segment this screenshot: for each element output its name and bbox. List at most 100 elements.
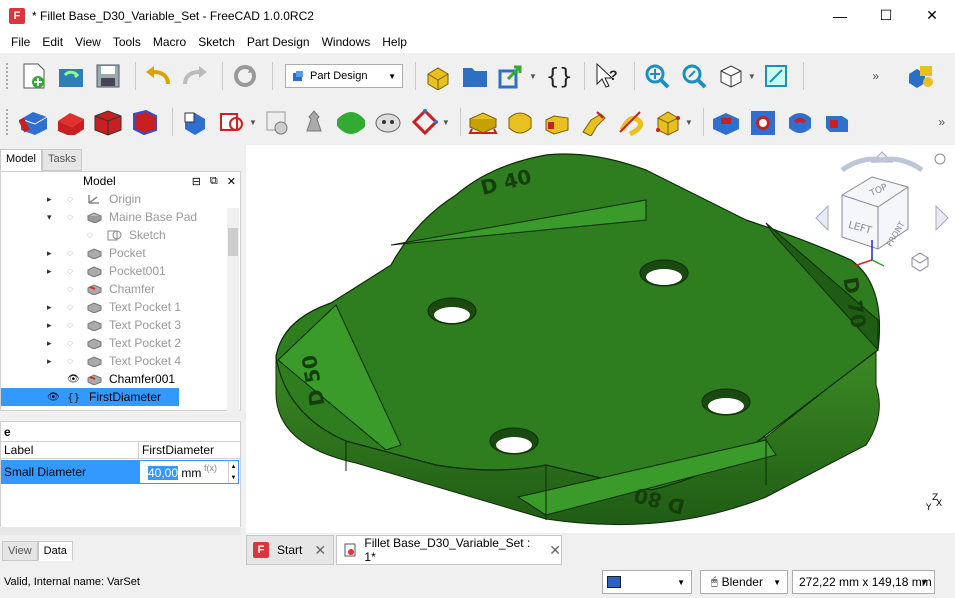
expand-arrow-icon[interactable]: ▸ [47,194,52,205]
link-icon[interactable] [496,60,528,92]
tree-item[interactable]: ▾ ◌ Maine Base Pad [1,208,229,226]
expand-arrow-icon[interactable]: ▾ [47,212,52,223]
menu-part-design[interactable]: Part Design [241,35,316,49]
tree-item[interactable]: ◌ Sketch [1,226,229,244]
workbench-selector[interactable]: Part Design ▼ [285,64,403,88]
tree-item[interactable]: ▸ ◌ Text Pocket 4 [1,352,229,370]
visibility-eye-icon[interactable]: ◌ [67,302,73,313]
dimension-readout[interactable]: 272,22 mm x 149,18 mm ▼ [792,570,935,594]
expression-icon[interactable]: f(x) [204,463,217,473]
spin-up-icon[interactable]: ▲ [231,464,237,470]
menu-view[interactable]: View [69,35,107,49]
property-name[interactable]: Small Diameter [1,460,139,484]
close-button[interactable]: ✕ [909,0,955,31]
datum-icon[interactable] [179,106,211,138]
additive-box-icon[interactable] [652,106,684,138]
expand-arrow-icon[interactable]: ▸ [47,248,52,259]
hole-icon[interactable] [747,106,779,138]
create-sketch-icon[interactable] [55,106,87,138]
minimize-button[interactable]: — [817,0,863,31]
create-shape-binder-icon[interactable] [298,106,330,138]
menu-help[interactable]: Help [376,35,413,49]
expand-arrow-icon[interactable]: ▸ [47,320,52,331]
whats-this-icon[interactable]: ? [591,60,623,92]
create-part-icon[interactable] [422,60,454,92]
subtractive-loft-icon[interactable] [821,106,853,138]
tree-item[interactable]: ▸ ◌ Pocket001 [1,262,229,280]
property-value[interactable]: 40,00 [148,466,179,480]
maximize-button[interactable]: ☐ [863,0,909,31]
tab-data[interactable]: Data [37,541,73,561]
validate-sketch-icon[interactable] [92,106,124,138]
menu-edit[interactable]: Edit [36,35,69,49]
create-diamond-icon[interactable] [409,106,441,138]
refresh-icon[interactable] [229,60,261,92]
3d-view[interactable]: D 40 D 70 D 50 D 80 TOP LEFT FRONT Z X Y [246,145,955,533]
tree-item[interactable]: ▸ ◌ Text Pocket 2 [1,334,229,352]
tab-start[interactable]: F Start ✕ [246,535,334,565]
close-panel-icon[interactable]: ✕ [227,175,236,188]
fit-all-icon[interactable] [641,60,673,92]
save-document-icon[interactable] [92,60,124,92]
visibility-eye-icon[interactable]: ◌ [67,248,73,259]
scrollbar-thumb[interactable] [228,228,238,256]
draw-style-selector[interactable]: ▼ [602,570,692,594]
chevron-down-icon[interactable]: ▼ [529,72,537,81]
close-tab-icon[interactable]: ✕ [314,542,326,559]
create-body-icon[interactable] [18,106,50,138]
pocket-icon[interactable] [710,106,742,138]
spin-down-icon[interactable]: ▼ [231,475,237,481]
tree-item[interactable]: 👁 {} FirstDiameter [1,388,179,406]
toolbar-grip[interactable] [6,63,10,89]
pipe-icon[interactable] [578,106,610,138]
tab-document[interactable]: Fillet Base_D30_Variable_Set : 1* ✕ [336,535,562,565]
part-container-icon[interactable] [904,60,936,92]
visibility-eye-icon[interactable]: ◌ [67,212,73,223]
close-tab-icon[interactable]: ✕ [549,542,561,559]
menu-windows[interactable]: Windows [316,35,377,49]
helix-icon[interactable] [615,106,647,138]
groove-icon[interactable] [784,106,816,138]
expand-arrow-icon[interactable]: ▸ [47,338,52,349]
pad-icon[interactable] [467,106,499,138]
navigation-style-selector[interactable]: 🖱 Blender ▼ [700,570,788,594]
property-row[interactable]: Small Diameter 40,00 mm f(x) ▲ ▼ [1,460,240,484]
visibility-eye-icon[interactable]: ◌ [67,356,73,367]
close-shape-icon[interactable] [129,106,161,138]
create-group-icon[interactable] [459,60,491,92]
clone-icon[interactable] [261,106,293,138]
chevron-down-icon[interactable]: ▼ [442,118,450,127]
visibility-eye-icon[interactable]: ◌ [67,266,73,277]
redo-icon[interactable] [179,60,211,92]
tree-scrollbar[interactable] [227,208,239,438]
menu-sketch[interactable]: Sketch [192,35,241,49]
float-icon[interactable]: ⧉ [210,175,218,188]
visibility-eye-icon[interactable]: ◌ [67,284,73,295]
chevron-down-icon[interactable]: ▼ [249,118,257,127]
isometric-view-icon[interactable] [715,60,747,92]
tree-item[interactable]: ▸ ◌ Text Pocket 3 [1,316,229,334]
undo-icon[interactable] [142,60,174,92]
menu-macro[interactable]: Macro [147,35,192,49]
sub-shape-binder-icon[interactable] [216,106,248,138]
visibility-eye-icon[interactable]: ◌ [87,230,93,241]
new-document-icon[interactable] [18,60,50,92]
collapse-icon[interactable]: ⊟ [192,175,201,188]
menu-tools[interactable]: Tools [107,35,147,49]
visibility-eye-icon[interactable]: ◌ [67,194,73,205]
tab-view[interactable]: View [2,541,38,561]
chevron-down-icon[interactable]: ▼ [685,118,693,127]
menu-file[interactable]: File [5,35,36,49]
tree-item[interactable]: 👁 Chamfer001 [1,370,229,388]
expand-arrow-icon[interactable]: ▸ [47,302,52,313]
toolbar-grip[interactable] [6,109,10,135]
measure-icon[interactable] [760,60,792,92]
create-additive-icon[interactable] [335,106,367,138]
visibility-eye-icon[interactable]: ◌ [67,338,73,349]
loft-icon[interactable] [541,106,573,138]
varset-toolbar-icon[interactable]: {} [541,60,573,92]
navigation-cube[interactable]: TOP LEFT FRONT [812,150,952,280]
open-document-icon[interactable] [55,60,87,92]
revolution-icon[interactable] [504,106,536,138]
expand-arrow-icon[interactable]: ▸ [47,356,52,367]
